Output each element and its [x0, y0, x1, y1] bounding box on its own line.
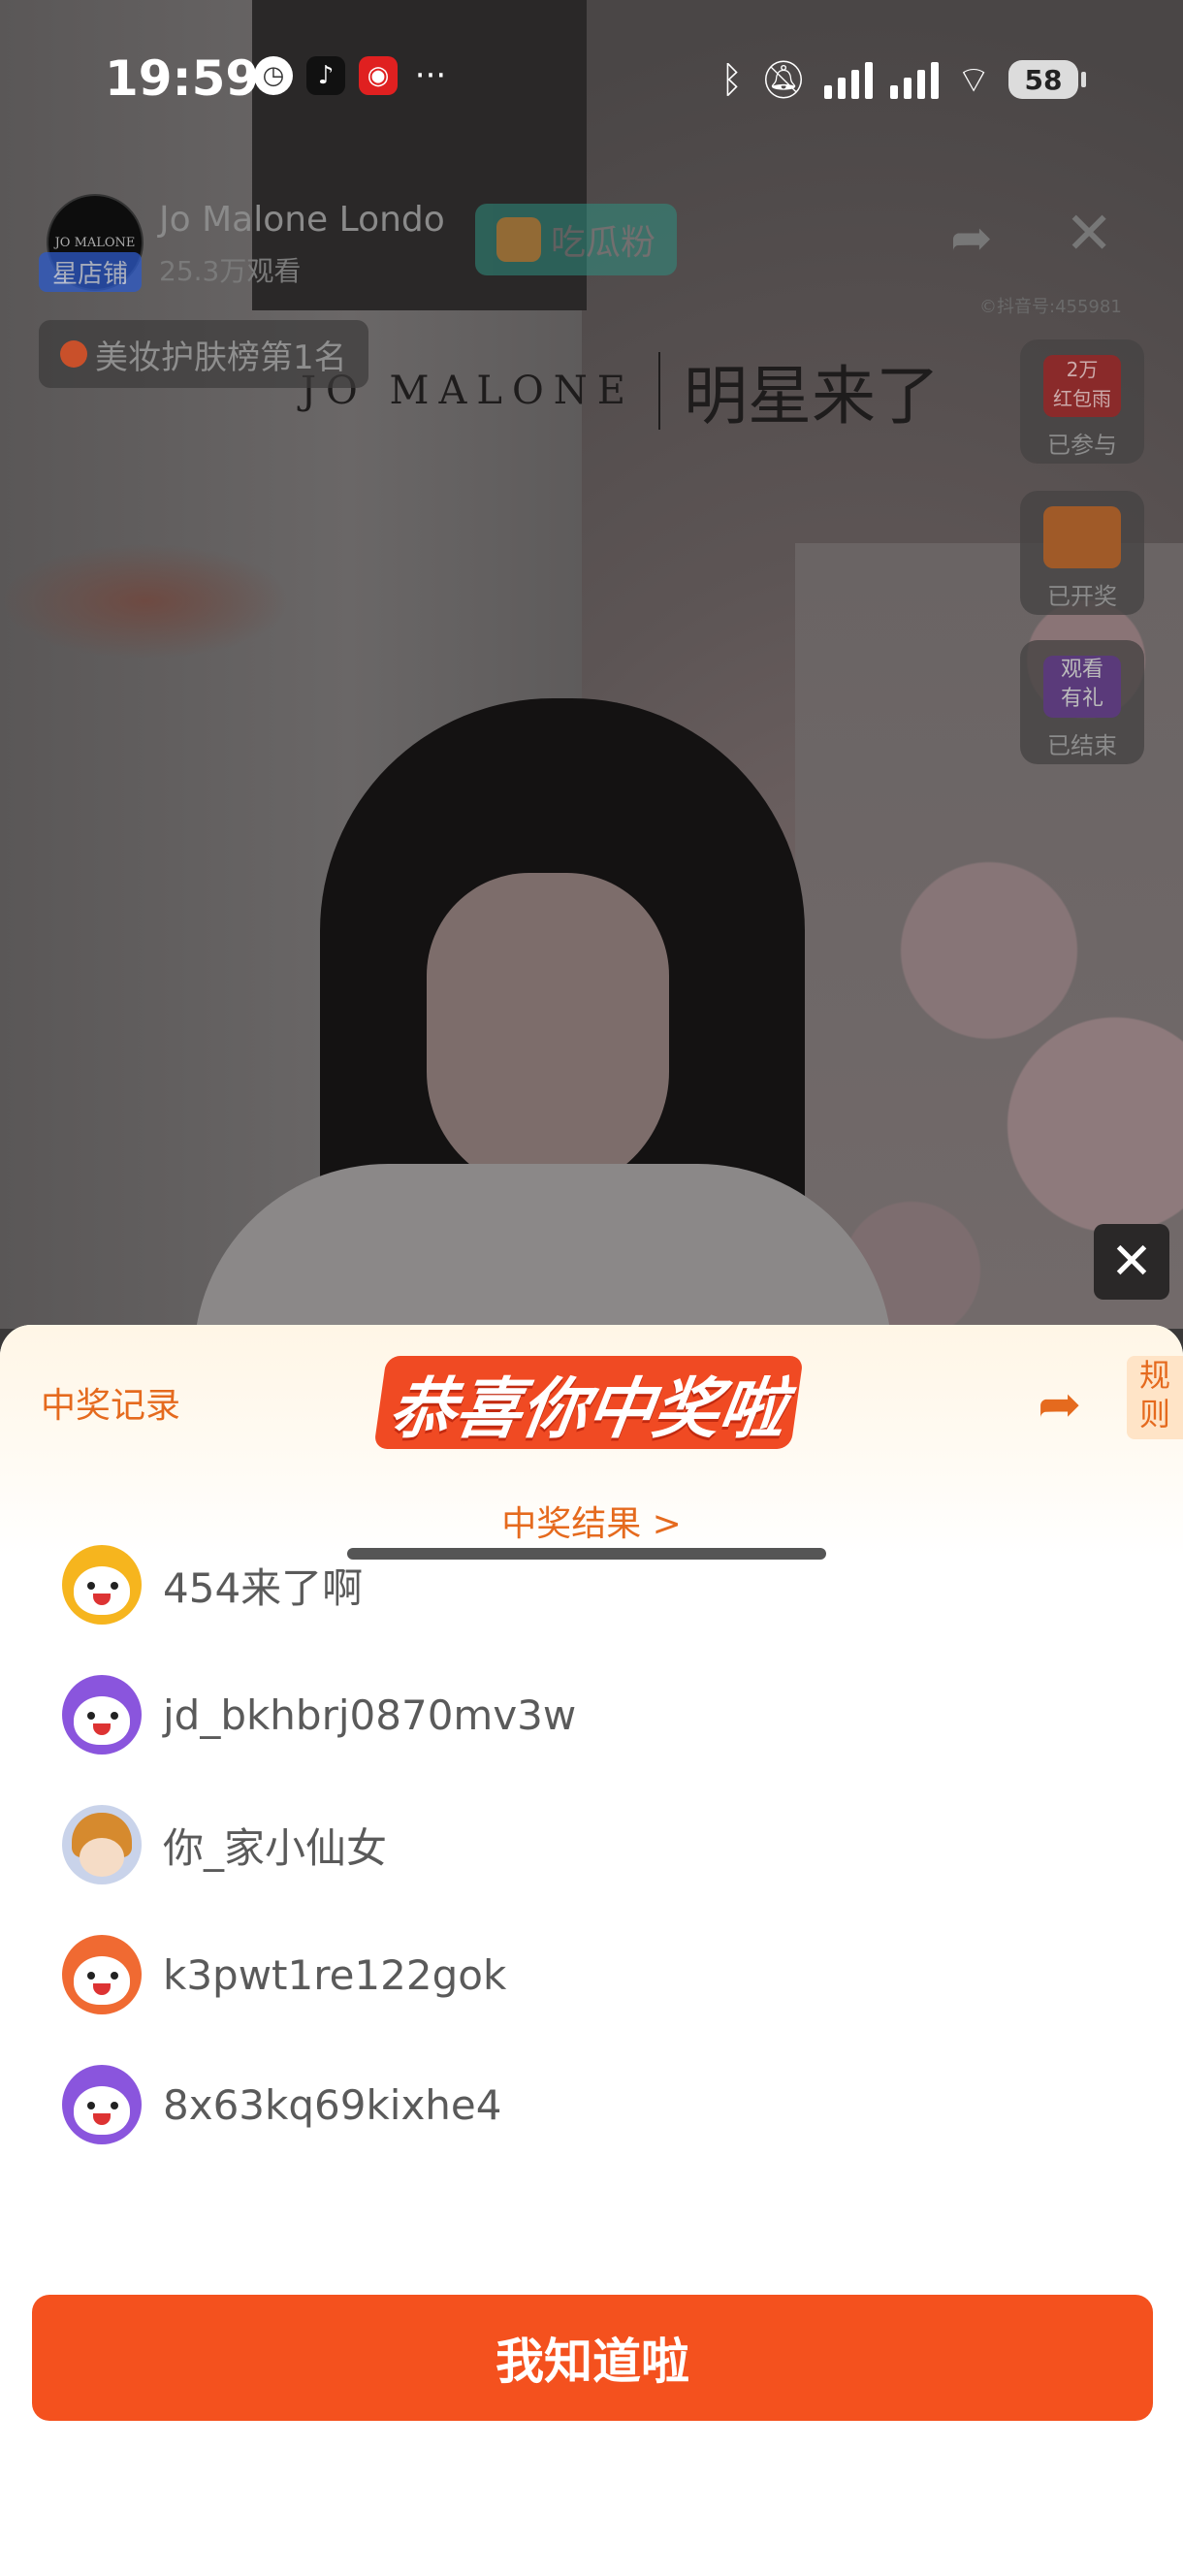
brand-banner: JO MALONE 明星来了 [301, 344, 940, 437]
rules-tab[interactable]: 规则 [1127, 1356, 1183, 1439]
rank-icon [60, 340, 87, 368]
host-body [194, 1164, 892, 1329]
avatar [62, 2065, 142, 2144]
watch-reward-widget[interactable]: 观看 有礼 已结束 [1020, 640, 1144, 764]
watch-reward-icon: 观看 有礼 [1043, 656, 1121, 718]
status-time: 19:59 [105, 50, 260, 107]
home-indicator[interactable] [347, 1548, 826, 1560]
winner-name: 454来了啊 [163, 1563, 364, 1612]
avatar [62, 1545, 142, 1625]
list-item: 454来了啊 [62, 1544, 363, 1626]
battery-icon: 58 [1008, 60, 1086, 99]
mute-icon: 🔕︎ [760, 57, 808, 101]
fan-club-button[interactable]: 吃瓜粉 [475, 204, 678, 275]
host-face [427, 873, 669, 1193]
red-packet-caption: 已参与 [1047, 432, 1117, 459]
douyin-id: ©抖音号:455981 [979, 297, 1122, 317]
viewer-count: 25.3万观看 [159, 255, 302, 287]
close-live-icon[interactable]: ✕ [1065, 200, 1113, 268]
signal-icon-2 [890, 60, 940, 99]
system-icons: ᛒ 🔕︎ ⌔ 58 [720, 56, 1086, 103]
bluetooth-icon: ᛒ [720, 58, 744, 101]
fan-club-label: 吃瓜粉 [551, 223, 656, 263]
store-name[interactable]: Jo Malone Londo [159, 200, 445, 240]
rank-label: 美妆护肤榜第1名 [95, 338, 347, 377]
fan-club-icon [496, 217, 541, 262]
list-item: k3pwt1re122gok [62, 1934, 506, 2015]
result-link[interactable]: 中奖结果 > [0, 1496, 1183, 1546]
share-icon[interactable]: ➦ [950, 209, 993, 268]
red-packet-widget[interactable]: 2万 红包雨 已参与 [1020, 339, 1144, 464]
congrats-title: 恭喜你中奖啦 [373, 1356, 804, 1449]
gift-widget[interactable]: 已开奖 [1020, 491, 1144, 615]
status-bar: 19:59 ◷ ♪ ◉ ··· ᛒ 🔕︎ ⌔ 58 [0, 0, 1183, 155]
more-icon: ··· [414, 56, 447, 95]
live-header: JO MALONE 星店铺 Jo Malone Londo 25.3万观看 吃瓜… [39, 194, 1144, 301]
avatar [62, 1935, 142, 2014]
watch-reward-caption: 已结束 [1047, 732, 1117, 759]
rank-badge[interactable]: 美妆护肤榜第1名 [39, 320, 368, 388]
clock-icon: ◷ [254, 56, 293, 95]
avatar [62, 1805, 142, 1884]
winner-name: 你_家小仙女 [163, 1823, 388, 1872]
background-blur [0, 543, 291, 660]
winner-name: 8x63kq69kixhe4 [163, 2080, 502, 2129]
confirm-button[interactable]: 我知道啦 [32, 2295, 1153, 2421]
wifi-icon: ⌔ [956, 58, 991, 101]
red-packet-icon: 2万 红包雨 [1043, 355, 1121, 417]
banner-title: 明星来了 [683, 359, 940, 434]
winner-name: jd_bkhbrj0870mv3w [163, 1690, 577, 1739]
signal-icon [824, 60, 874, 99]
tiktok-icon: ♪ [306, 56, 345, 95]
winning-records-link[interactable]: 中奖记录 [41, 1377, 180, 1428]
list-item: jd_bkhbrj0870mv3w [62, 1674, 576, 1755]
banner-divider [657, 352, 660, 430]
list-item: 8x63kq69kixhe4 [62, 2064, 501, 2145]
overlay-close-icon[interactable]: ✕ [1094, 1224, 1169, 1300]
sheet-share-icon[interactable]: ➦ [1038, 1373, 1081, 1434]
winner-name: k3pwt1re122gok [163, 1950, 507, 1999]
list-item: 你_家小仙女 [62, 1804, 387, 1885]
gift-icon [1043, 506, 1121, 568]
app-icon: ◉ [359, 56, 398, 95]
avatar [62, 1675, 142, 1755]
gift-caption: 已开奖 [1047, 583, 1117, 610]
prize-result-sheet: 中奖记录 恭喜你中奖啦 ➦ 规则 中奖结果 > 454来了啊 jd_bkhbrj… [0, 1325, 1183, 2576]
store-badge: 星店铺 [39, 252, 143, 292]
notification-icons: ◷ ♪ ◉ ··· [254, 56, 450, 95]
